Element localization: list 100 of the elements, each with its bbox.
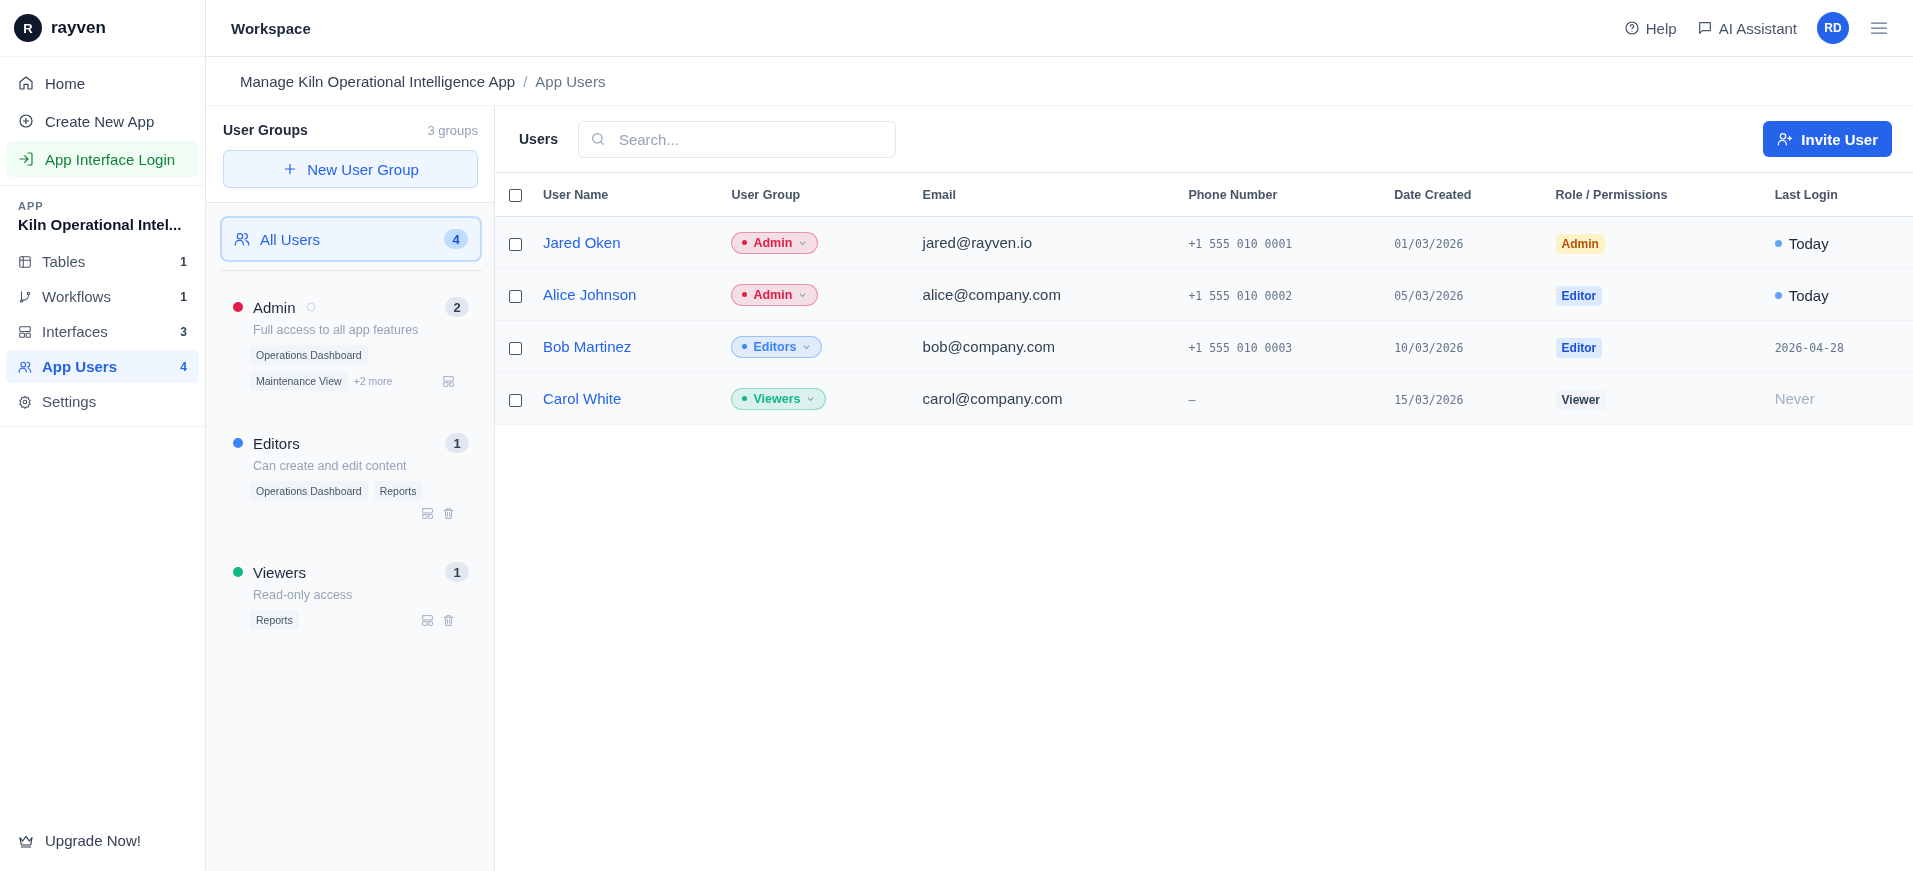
phone-text: – (1188, 393, 1196, 407)
row-checkbox[interactable] (509, 237, 522, 251)
app-tag: Operations Dashboard (250, 481, 368, 501)
group-count: 3 groups (427, 122, 478, 138)
role-badge: Admin (1555, 234, 1605, 254)
assistant-link[interactable]: AI Assistant (1696, 19, 1797, 37)
column-header: Last Login (1774, 187, 1838, 202)
trash-icon[interactable] (442, 507, 455, 520)
group-name: Editors (253, 434, 300, 452)
group-description: Read-only access (253, 588, 354, 602)
column-header: Role / Permissions (1555, 187, 1668, 202)
help-link[interactable]: Help (1623, 19, 1677, 37)
brand-name: rayven (51, 18, 106, 38)
user-plus-icon (1777, 131, 1794, 147)
more-count: +2 more (353, 375, 393, 387)
chevron-down-icon (798, 290, 808, 300)
layout-icon (18, 324, 32, 339)
user-name-link[interactable]: Alice Johnson (543, 286, 637, 303)
chevron-down-icon (802, 342, 812, 352)
row-checkbox[interactable] (509, 289, 522, 303)
group-dropdown[interactable]: Admin (731, 231, 819, 254)
column-header: Date Created (1394, 187, 1472, 202)
last-login-text: Today (1774, 235, 1829, 252)
user-name-link[interactable]: Bob Martinez (543, 338, 632, 355)
new-group-button[interactable]: New User Group (223, 150, 478, 188)
user-name-link[interactable]: Carol White (543, 390, 622, 407)
login-icon (18, 151, 34, 167)
panel-title: User Groups (223, 122, 308, 138)
column-header: Email (922, 187, 956, 202)
layout-icon[interactable] (421, 613, 434, 627)
app-tag: Reports (373, 481, 423, 501)
row-checkbox[interactable] (509, 341, 522, 355)
settings-icon (18, 394, 32, 409)
nav-item[interactable]: Create New App (6, 103, 199, 139)
search-field[interactable]: Search... (577, 120, 896, 158)
role-badge: Viewer (1555, 390, 1607, 410)
phone-text: +1 555 010 0003 (1188, 341, 1293, 355)
nav-item[interactable]: Settings (6, 385, 199, 418)
date-text: 10/03/2026 (1394, 341, 1464, 355)
member-count: 1 (445, 562, 469, 582)
app-tag: Operations Dashboard (250, 345, 368, 365)
column-header: Phone Number (1188, 187, 1278, 202)
users-icon (234, 231, 250, 247)
nav-item[interactable]: Tables 1 (6, 245, 199, 278)
group-dropdown[interactable]: Admin (731, 283, 819, 306)
group-card[interactable]: Admin 2 Full access to all app features Operations Dashboard Maintenance View +2 more (220, 285, 482, 399)
nav-item[interactable]: Home (6, 65, 199, 101)
app-tag: Maintenance View (250, 371, 348, 391)
user-name-link[interactable]: Jared Oken (543, 234, 621, 251)
layout-icon[interactable] (421, 507, 434, 520)
trash-icon[interactable] (442, 613, 455, 627)
branch-icon (18, 289, 32, 304)
chevron-down-icon (806, 394, 816, 404)
nav-item[interactable]: Interfaces 3 (6, 315, 199, 348)
phone-text: +1 555 010 0001 (1188, 237, 1293, 251)
nav-item[interactable]: App Users 4 (6, 350, 199, 383)
group-dropdown[interactable]: Editors (731, 335, 823, 358)
group-description: Full access to all app features (253, 323, 420, 337)
help-icon (1623, 20, 1640, 36)
app-tag: Reports (250, 610, 299, 630)
section-label: APP (17, 200, 45, 212)
breadcrumb-link[interactable]: App Users (535, 72, 606, 90)
select-all-checkbox[interactable] (509, 188, 522, 202)
nav-item[interactable]: Workflows 1 (6, 280, 199, 313)
invite-user-button[interactable]: Invite User (1763, 121, 1892, 157)
last-login-text: 2026-04-28 (1774, 341, 1844, 355)
search-icon (589, 130, 606, 147)
breadcrumb-separator: / (523, 72, 528, 90)
phone-text: +1 555 010 0002 (1188, 289, 1293, 303)
plus-circle-icon (18, 113, 34, 129)
role-badge: Editor (1555, 338, 1603, 358)
email-text: carol@company.com (922, 390, 1063, 407)
email-text: jared@rayven.io (922, 234, 1032, 251)
logo: R (14, 14, 42, 42)
user-avatar[interactable]: RD (1817, 12, 1849, 44)
users-icon (18, 359, 32, 374)
all-users-item[interactable]: All Users 4 (220, 216, 482, 262)
group-card[interactable]: Viewers 1 Read-only access Reports (220, 550, 482, 638)
nav-item[interactable]: App Interface Login (6, 141, 199, 177)
group-card[interactable]: Editors 1 Can create and edit content Operations Dashboard Reports (220, 421, 482, 528)
upgrade-link[interactable]: Upgrade Now! (0, 832, 205, 871)
date-text: 01/03/2026 (1394, 237, 1464, 251)
chat-icon (1696, 20, 1713, 36)
table-icon (18, 254, 32, 269)
layout-icon[interactable] (442, 374, 455, 388)
member-count: 2 (445, 297, 469, 317)
last-login-text: Today (1774, 287, 1829, 304)
date-text: 05/03/2026 (1394, 289, 1464, 303)
chevron-down-icon (798, 238, 808, 248)
role-badge: Editor (1555, 286, 1603, 306)
email-text: bob@company.com (922, 338, 1056, 355)
date-text: 15/03/2026 (1394, 393, 1464, 407)
page-title: Workspace (231, 19, 311, 37)
column-header: User Name (543, 187, 609, 202)
row-checkbox[interactable] (509, 393, 522, 407)
column-header: User Group (731, 187, 801, 202)
home-icon (18, 75, 34, 91)
breadcrumb-link[interactable]: Manage Kiln Operational Intelligence App (240, 72, 516, 90)
group-description: Can create and edit content (253, 459, 408, 473)
last-login-text: Never (1774, 390, 1815, 407)
